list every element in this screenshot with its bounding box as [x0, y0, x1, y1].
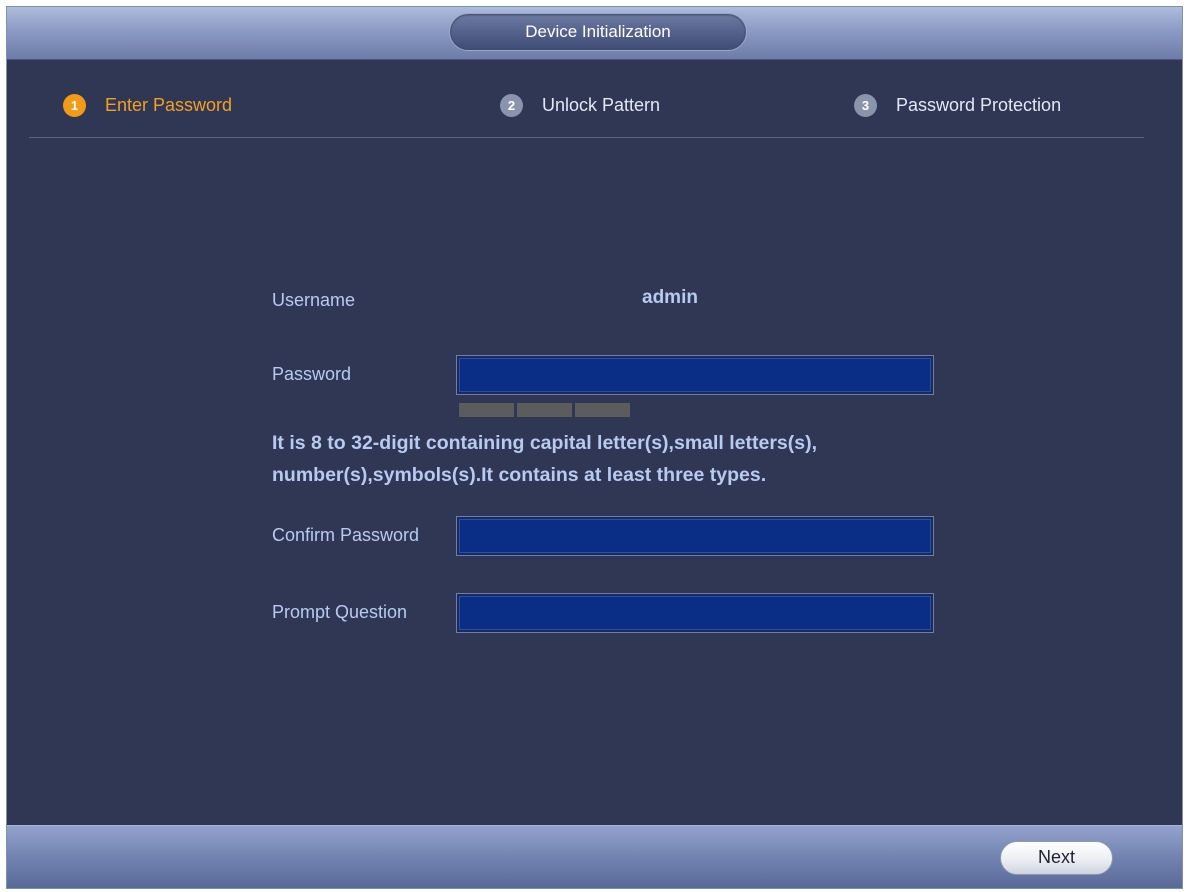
prompt-question-label: Prompt Question [272, 602, 408, 622]
confirm-password-field[interactable] [456, 516, 934, 556]
step-2-number-icon: 2 [500, 93, 523, 117]
strength-segment [459, 403, 514, 417]
step-password-protection: 3 Password Protection [854, 91, 1061, 119]
confirm-password-label: Confirm Password [272, 525, 420, 545]
window-title: Device Initialization [449, 13, 747, 51]
password-field[interactable] [456, 355, 934, 395]
step-1-number-icon: 1 [63, 93, 86, 117]
step-unlock-pattern: 2 Unlock Pattern [500, 91, 660, 119]
step-1-label: Enter Password [105, 94, 233, 115]
username-label: Username [272, 290, 356, 310]
step-3-number-icon: 3 [854, 93, 877, 117]
password-label: Password [272, 364, 352, 384]
step-enter-password: 1 Enter Password [63, 91, 232, 119]
prompt-question-field[interactable] [456, 593, 934, 633]
footer-bar: Next [7, 825, 1182, 888]
title-bar: Device Initialization [7, 7, 1182, 60]
step-2-label: Unlock Pattern [542, 94, 661, 115]
step-3-label: Password Protection [896, 94, 1062, 115]
strength-segment [575, 403, 630, 417]
device-initialization-window: Device Initialization 1 Enter Password 2… [6, 6, 1183, 889]
step-divider [29, 137, 1144, 138]
password-requirements-hint: It is 8 to 32-digit containing capital l… [272, 432, 818, 486]
password-strength-meter [459, 403, 630, 417]
strength-segment [517, 403, 572, 417]
step-indicator: 1 Enter Password 2 Unlock Pattern 3 Pass… [7, 59, 1182, 139]
username-value: admin [642, 287, 698, 308]
next-button[interactable]: Next [1000, 841, 1113, 875]
